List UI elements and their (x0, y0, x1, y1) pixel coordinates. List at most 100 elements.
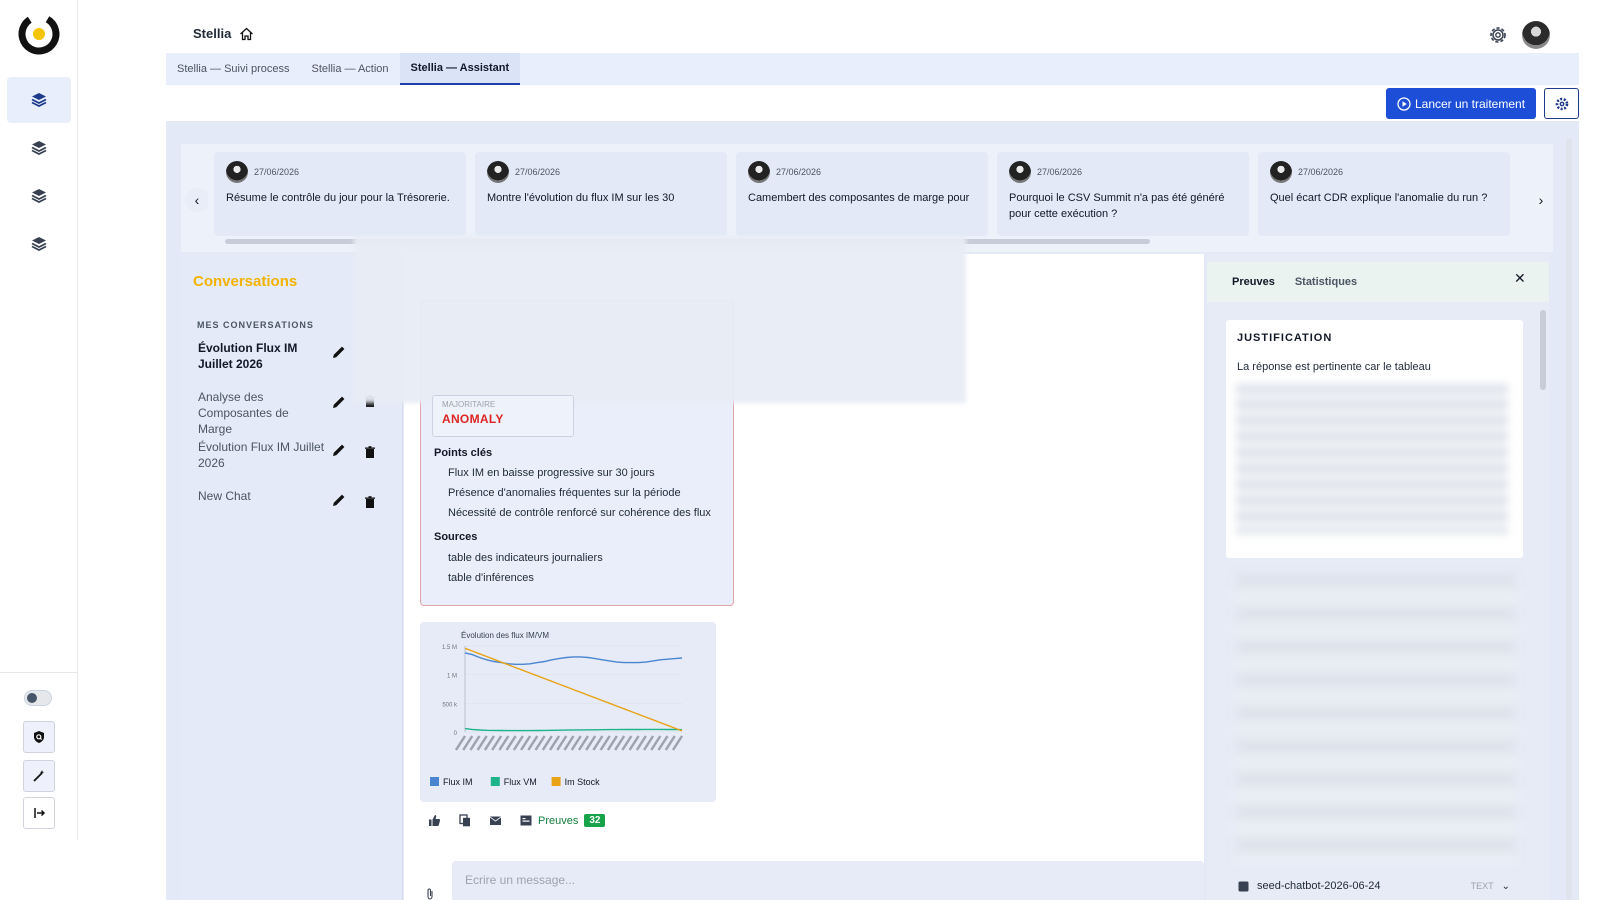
home-icon[interactable] (239, 27, 254, 41)
tab-preuves[interactable]: Preuves (1232, 276, 1275, 288)
theme-toggle[interactable] (24, 690, 52, 706)
sources-title: Sources (434, 531, 478, 543)
layers-icon (31, 237, 47, 252)
tab-action[interactable]: Stellia — Action (301, 53, 400, 85)
justification-title: JUSTIFICATION (1237, 332, 1333, 344)
key-point-item: Flux IM en baisse progressive sur 30 jou… (448, 467, 655, 479)
conversation-item[interactable]: New Chat (198, 488, 326, 504)
layers-icon (31, 141, 47, 156)
rail-item-3[interactable] (7, 173, 71, 219)
prompt-text: Résume le contrôle du jour pour la Tréso… (226, 192, 450, 204)
logout-button[interactable] (23, 797, 55, 829)
rail-shield-button[interactable] (23, 721, 55, 753)
evidence-list-blurred (1236, 574, 1516, 864)
avatar (226, 161, 248, 183)
tab-bar: Stellia — Suivi process Stellia — Action… (166, 53, 1579, 85)
key-point-item: Nécessité de contrôle renforcé sur cohér… (448, 507, 711, 519)
close-panel-button[interactable]: ✕ (1514, 270, 1526, 287)
justification-text: La réponse est pertinente car le tableau (1237, 361, 1431, 373)
key-points-title: Points clés (434, 447, 493, 459)
y-tick-label: 1.5 M (442, 645, 457, 651)
play-circle-icon (1397, 96, 1411, 111)
chevron-down-icon[interactable]: ⌄ (1502, 881, 1510, 892)
section-label: MES CONVERSATIONS (197, 320, 314, 330)
prompt-card[interactable]: 27/06/2026 Résume le contrôle du jour po… (214, 152, 466, 236)
edit-icon[interactable] (331, 344, 347, 360)
tab-suivi-process[interactable]: Stellia — Suivi process (166, 53, 301, 85)
prompt-text: Quel écart CDR explique l'anomalie du ru… (1270, 192, 1488, 204)
series-line-im-stock (464, 647, 683, 732)
chevron-left-icon: ‹ (194, 192, 200, 208)
launch-processing-label: Lancer un traitement (1414, 96, 1526, 111)
loading-overlay (354, 236, 966, 403)
rail-item-1[interactable] (7, 77, 71, 123)
layers-icon (31, 93, 47, 108)
conversation-item[interactable]: Analyse des Composantes de Marge (198, 389, 326, 437)
delete-icon[interactable] (364, 446, 376, 459)
tab-statistiques[interactable]: Statistiques (1295, 276, 1357, 288)
file-name: seed-chatbot-2026-06-24 (1257, 880, 1381, 892)
anomaly-indicator: MAJORITAIRE ANOMALY (432, 395, 574, 437)
avatar (748, 161, 770, 183)
thumbs-up-icon[interactable] (428, 814, 441, 827)
prompt-date: 27/06/2026 (515, 167, 561, 177)
legend-label: Flux IM (443, 777, 473, 787)
legend-swatch (551, 777, 561, 786)
copy-icon[interactable] (459, 814, 471, 827)
message-input[interactable]: Ecrire un message... (452, 861, 1204, 900)
prompt-text: Camembert des composantes de marge pour (748, 192, 970, 204)
rail-magic-button[interactable] (23, 760, 55, 792)
justification-blurred-content (1236, 384, 1508, 534)
conversation-item[interactable]: Évolution Flux IM Juillet 2026 (198, 340, 326, 372)
conversations-title: Conversations (193, 273, 298, 290)
legend-swatch (490, 777, 500, 786)
source-item: table d'inférences (448, 572, 534, 584)
carousel-next-button[interactable]: › (1529, 188, 1553, 212)
carousel-prev-button[interactable]: ‹ (185, 188, 209, 212)
delete-icon[interactable] (364, 496, 376, 509)
prompt-card[interactable]: 27/06/2026 Montre l'évolution du flux IM… (475, 152, 727, 236)
magic-wand-icon (33, 770, 45, 782)
edit-icon[interactable] (331, 492, 347, 508)
mail-icon[interactable] (489, 815, 502, 826)
anomaly-value: ANOMALY (442, 412, 504, 426)
prompt-date: 27/06/2026 (1037, 167, 1083, 177)
prompt-card[interactable]: 27/06/2026 Camembert des composantes de … (736, 152, 988, 236)
toggle-knob (27, 693, 37, 703)
edit-icon[interactable] (331, 442, 347, 458)
workspace-settings-button[interactable] (1544, 88, 1579, 119)
conversation-item[interactable]: Évolution Flux IM Juillet 2026 (198, 439, 326, 471)
preuves-count-badge: 32 (584, 814, 606, 827)
prompt-card[interactable]: 27/06/2026 Pourquoi le CSV Summit n'a pa… (997, 152, 1249, 236)
prompt-date: 27/06/2026 (776, 167, 822, 177)
workspace-scrollbar[interactable] (1566, 138, 1572, 900)
series-line-flux-vm (464, 727, 683, 732)
edit-icon[interactable] (331, 394, 347, 410)
attachment-icon[interactable] (425, 888, 435, 900)
launch-processing-button[interactable]: Lancer un traitement (1386, 88, 1536, 119)
evidence-icon (520, 815, 532, 826)
file-icon (1238, 881, 1249, 891)
evidence-tabs: Preuves Statistiques (1207, 262, 1549, 302)
legend-label: Im Stock (565, 777, 601, 787)
tab-assistant[interactable]: Stellia — Assistant (399, 53, 521, 85)
evidence-scrollbar[interactable] (1540, 310, 1546, 390)
avatar (1270, 161, 1292, 183)
rail-item-2[interactable] (7, 125, 71, 171)
settings-gear-icon[interactable] (1487, 24, 1509, 46)
file-type-tag: TEXT (1470, 881, 1494, 891)
source-item: table des indicateurs journaliers (448, 552, 603, 564)
avatar (487, 161, 509, 183)
chart-title: Évolution des flux IM/VM (461, 631, 549, 640)
prompt-date: 27/06/2026 (1298, 167, 1344, 177)
prompt-card[interactable]: 27/06/2026 Quel écart CDR explique l'ano… (1258, 152, 1510, 236)
user-avatar[interactable] (1522, 21, 1550, 49)
nav-rail (0, 0, 78, 840)
rail-item-4[interactable] (7, 221, 71, 267)
preuves-button[interactable]: Preuves 32 (520, 814, 606, 827)
chart-card: Évolution des flux IM/VM 1.5 M 1 M 500 k 0 Fl… (420, 622, 716, 802)
evidence-file-row[interactable]: seed-chatbot-2026-06-24 TEXT ⌄ (1238, 880, 1510, 892)
flux-line-chart: Évolution des flux IM/VM 1.5 M 1 M 500 k 0 Fl… (430, 631, 684, 787)
app-logo[interactable] (16, 11, 62, 57)
rail-divider (0, 672, 78, 673)
